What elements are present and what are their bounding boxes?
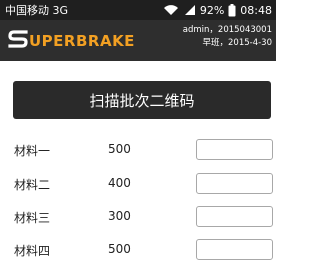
material-name: 材料一 bbox=[14, 144, 51, 158]
wifi-icon bbox=[163, 4, 179, 16]
material-input[interactable] bbox=[196, 239, 273, 260]
material-row: 材料二 400 bbox=[0, 173, 276, 195]
signal-icon bbox=[183, 4, 196, 16]
material-row: 材料四 500 bbox=[0, 239, 276, 261]
s-logo-icon bbox=[8, 29, 28, 53]
battery-icon bbox=[228, 3, 236, 17]
shift-date-line: 早班，2015-4-30 bbox=[202, 38, 273, 48]
status-indicators: 92% 08:48 bbox=[163, 3, 272, 17]
material-quantity: 500 bbox=[108, 142, 131, 156]
material-input[interactable] bbox=[196, 139, 273, 160]
battery-percent: 92% bbox=[199, 3, 225, 17]
user-info: admin，2015043001 早班，2015-4-30 bbox=[183, 24, 272, 50]
app-header: UPERBRAKE admin，2015043001 早班，2015-4-30 bbox=[0, 20, 276, 61]
material-name: 材料四 bbox=[14, 244, 51, 258]
logo-text: UPERBRAKE bbox=[29, 32, 135, 50]
material-quantity: 400 bbox=[108, 176, 131, 190]
material-row: 材料一 500 bbox=[0, 139, 276, 161]
clock: 08:48 bbox=[240, 3, 272, 17]
material-name: 材料二 bbox=[14, 178, 51, 192]
carrier-label: 中国移动 3G bbox=[5, 4, 69, 17]
material-quantity: 300 bbox=[108, 209, 131, 223]
scan-qr-button[interactable]: 扫描批次二维码 bbox=[13, 81, 271, 119]
material-name: 材料三 bbox=[14, 211, 51, 225]
superbrake-logo: UPERBRAKE bbox=[8, 30, 135, 52]
status-bar: 中国移动 3G 92% 08:48 bbox=[0, 0, 276, 20]
user-id-line: admin，2015043001 bbox=[182, 25, 272, 35]
material-input[interactable] bbox=[196, 173, 273, 194]
material-input[interactable] bbox=[196, 206, 273, 227]
material-quantity: 500 bbox=[108, 242, 131, 256]
material-row: 材料三 300 bbox=[0, 206, 276, 228]
